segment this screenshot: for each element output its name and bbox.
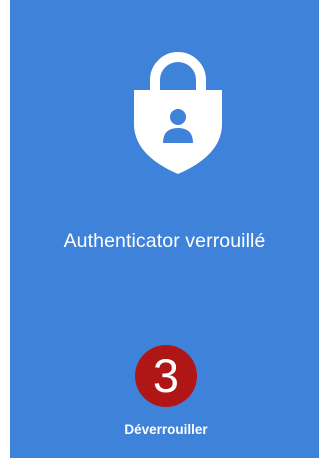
lock-title: Authenticator verrouillé xyxy=(63,230,266,252)
unlock-button[interactable]: Déverrouiller xyxy=(104,404,228,448)
screenshot-frame: Authenticator verrouillé 3 Déverrouiller xyxy=(0,0,329,466)
authenticator-lock-screen: Authenticator verrouillé 3 Déverrouiller xyxy=(10,0,319,458)
unlock-button-label: Déverrouiller xyxy=(124,422,208,437)
step-number-badge: 3 xyxy=(135,345,197,407)
padlock-shield-user-icon xyxy=(134,52,222,174)
